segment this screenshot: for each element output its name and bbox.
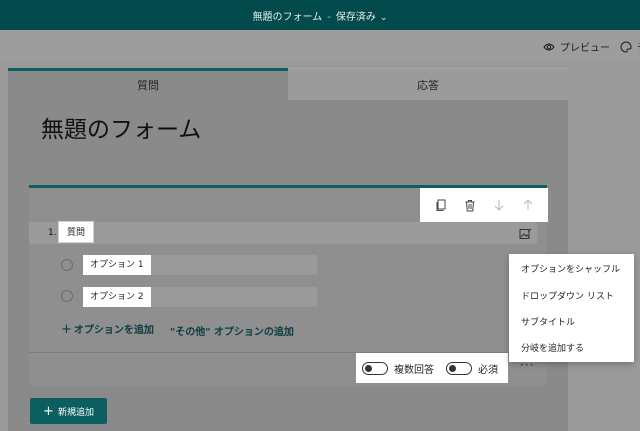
app-header: 無題のフォーム - 保存済み ⌄	[0, 0, 640, 30]
option-radio-2	[61, 290, 73, 302]
question-toolbox	[420, 188, 548, 222]
header-form-name: 無題のフォーム	[252, 12, 323, 23]
image-icon	[519, 228, 532, 239]
add-new-button[interactable]: + 新規追加	[30, 398, 107, 424]
plus-icon: +	[43, 403, 54, 419]
option-input-2[interactable]: オプション 2	[83, 287, 151, 307]
option-input-1[interactable]: オプション 1	[83, 255, 151, 275]
menu-item-subtitle[interactable]: サブタイトル	[521, 315, 575, 328]
plus-icon: +	[61, 322, 72, 337]
preview-button[interactable]: プレビュー	[543, 39, 610, 54]
command-bar: プレビュー テ	[0, 30, 640, 62]
theme-button[interactable]: テ	[620, 39, 640, 54]
multiple-answers-label: 複数回答	[394, 364, 434, 376]
arrow-down-icon	[494, 200, 503, 211]
question-settings: 複数回答 必須	[356, 353, 508, 383]
tab-responses[interactable]: 応答	[288, 68, 568, 100]
chevron-down-icon[interactable]: ⌄	[380, 13, 388, 23]
menu-item-branching[interactable]: 分岐を追加する	[521, 341, 584, 354]
delete-question-button[interactable]	[461, 196, 479, 214]
palette-icon	[620, 40, 632, 53]
tab-questions[interactable]: 質問	[8, 68, 288, 100]
question-title-input[interactable]: 質問	[58, 221, 95, 243]
add-option-link[interactable]: + オプションを追加	[61, 321, 154, 337]
question-number: 1.	[48, 228, 57, 238]
add-option-label: オプションを追加	[73, 325, 154, 336]
header-separator: -	[327, 12, 331, 23]
move-down-button[interactable]	[490, 196, 508, 214]
preview-label: プレビュー	[560, 43, 610, 54]
tab-strip: 質問 応答	[8, 68, 568, 100]
copy-question-button[interactable]	[432, 196, 450, 214]
insert-media-button[interactable]	[519, 225, 532, 244]
menu-item-dropdown[interactable]: ドロップダウン リスト	[521, 289, 614, 302]
question-row	[29, 222, 537, 244]
required-label: 必須	[478, 364, 498, 376]
required-toggle[interactable]	[446, 361, 472, 375]
form-title[interactable]: 無題のフォーム	[41, 110, 201, 144]
option-radio-1	[61, 259, 73, 271]
trash-icon	[465, 199, 474, 211]
arrow-up-icon	[523, 199, 532, 210]
multiple-answers-toggle[interactable]	[362, 361, 388, 375]
menu-item-shuffle[interactable]: オプションをシャッフル	[521, 262, 620, 275]
more-options-menu: オプションをシャッフル ドロップダウン リスト サブタイトル 分岐を追加する	[509, 254, 634, 362]
move-up-button[interactable]	[519, 196, 537, 214]
eye-icon	[543, 43, 555, 50]
copy-icon	[436, 199, 445, 211]
form-name-title[interactable]: 無題のフォーム - 保存済み ⌄	[0, 8, 640, 23]
add-new-label: 新規追加	[57, 407, 94, 418]
add-other-option-link[interactable]: "その他" オプションの追加	[170, 323, 294, 338]
save-status: 保存済み	[335, 12, 376, 23]
